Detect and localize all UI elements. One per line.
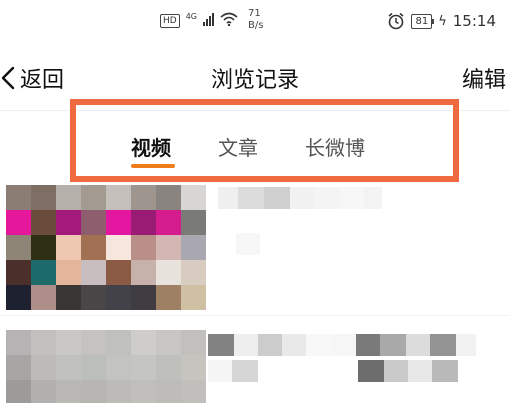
clock-time: 15:14 [452, 12, 496, 30]
video-history-item[interactable] [6, 330, 504, 403]
tab-article[interactable]: 文章 [218, 132, 258, 161]
page-title: 浏览记录 [210, 68, 299, 93]
status-right-group: 81 ϟ 15:14 [387, 12, 496, 30]
video-title-blurred [208, 334, 476, 356]
list-separator [0, 315, 510, 316]
video-title-blurred-line2 [208, 360, 458, 382]
content-tabs: 视频 文章 长微博 [0, 120, 510, 170]
signal-icon [203, 12, 214, 26]
speed-value: 71 [248, 8, 261, 19]
speed-unit: B/s [248, 20, 264, 31]
hd-icon: HD [160, 14, 180, 28]
network-type-label: 4G [185, 12, 197, 21]
video-history-item[interactable] [6, 185, 504, 310]
nav-header: 返回 浏览记录 编辑 [0, 50, 510, 106]
network-speed: 71 B/s [248, 8, 263, 32]
charging-icon: ϟ [438, 13, 447, 29]
alarm-icon [388, 12, 404, 30]
header-divider [0, 110, 510, 111]
active-tab-indicator [131, 164, 175, 168]
tab-video[interactable]: 视频 [131, 132, 171, 161]
wifi-icon [220, 12, 238, 26]
status-bar: HD 4G 71 B/s 81 ϟ 15:14 [0, 0, 510, 46]
video-meta-blurred [236, 233, 260, 255]
edit-button[interactable]: 编辑 [462, 62, 506, 94]
battery-icon: 81 [411, 13, 434, 29]
tab-long-weibo[interactable]: 长微博 [305, 132, 365, 161]
video-thumbnail [6, 185, 206, 310]
browse-history-screen: HD 4G 71 B/s 81 ϟ 15:14 返回 浏览记录 编辑 视频 文章… [0, 0, 510, 403]
video-title-blurred [218, 187, 382, 209]
status-network-group: HD 4G 71 B/s [160, 8, 263, 32]
video-thumbnail [6, 330, 206, 403]
